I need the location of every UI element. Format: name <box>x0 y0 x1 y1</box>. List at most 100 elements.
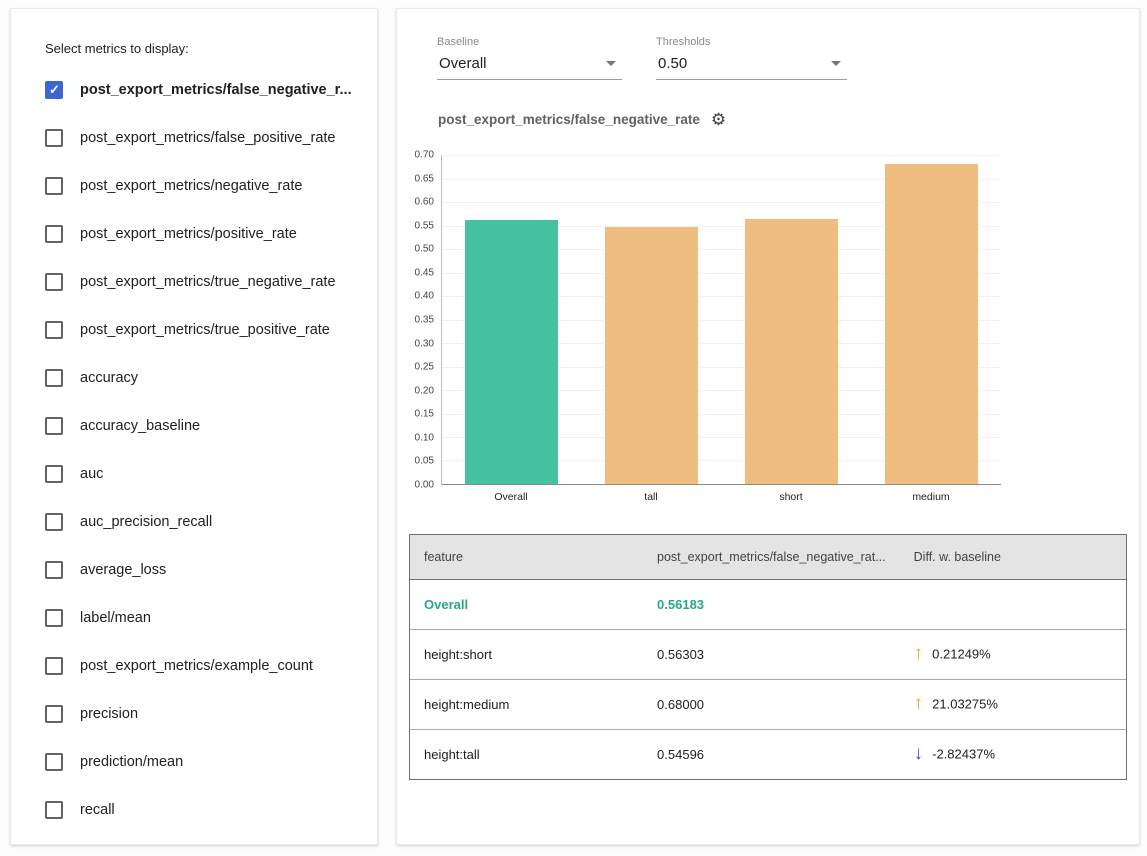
metric-label: post_export_metrics/example_count <box>80 658 313 674</box>
metric-checkbox[interactable] <box>45 609 63 627</box>
baseline-select[interactable]: Overall <box>437 55 622 80</box>
metric-item-6[interactable]: accuracy <box>45 354 377 402</box>
bar-short[interactable] <box>745 219 838 484</box>
metric-item-3[interactable]: post_export_metrics/positive_rate <box>45 210 377 258</box>
thresholds-value: 0.50 <box>658 55 687 72</box>
y-tick-label: 0.25 <box>415 362 434 373</box>
value-cell: 0.56303 <box>643 629 900 679</box>
chart-title: post_export_metrics/false_negative_rate <box>438 112 700 127</box>
y-tick-label: 0.45 <box>415 267 434 278</box>
metric-checkbox[interactable] <box>45 273 63 291</box>
diff-value: 21.03275% <box>932 697 998 712</box>
metric-item-13[interactable]: precision <box>45 690 377 738</box>
thresholds-label: Thresholds <box>656 36 847 48</box>
bar-tall[interactable] <box>605 227 698 484</box>
y-tick-label: 0.05 <box>415 456 434 467</box>
metric-checkbox[interactable] <box>45 369 63 387</box>
metric-label: recall <box>80 802 115 818</box>
metric-item-1[interactable]: post_export_metrics/false_positive_rate <box>45 114 377 162</box>
y-tick-label: 0.30 <box>415 338 434 349</box>
metric-checkbox[interactable] <box>45 81 63 99</box>
metric-checkbox[interactable] <box>45 561 63 579</box>
diff-value: 0.21249% <box>932 647 991 662</box>
metric-label: average_loss <box>80 562 166 578</box>
y-tick-label: 0.50 <box>415 244 434 255</box>
value-cell: 0.56183 <box>643 579 900 629</box>
y-tick-label: 0.55 <box>415 220 434 231</box>
x-tick-label: short <box>745 485 838 503</box>
diff-cell: ↑ 21.03275% <box>900 679 1126 729</box>
controls-bar: Baseline Overall Thresholds 0.50 <box>437 36 1139 80</box>
metric-checkbox[interactable] <box>45 177 63 195</box>
metric-label: prediction/mean <box>80 754 183 770</box>
metric-item-5[interactable]: post_export_metrics/true_positive_rate <box>45 306 377 354</box>
table-row-height:short[interactable]: height:short0.56303↑0.21249% <box>410 629 1126 679</box>
diff-cell <box>900 579 1126 629</box>
y-tick-label: 0.15 <box>415 409 434 420</box>
metric-label: post_export_metrics/false_negative_r... <box>80 82 352 98</box>
thresholds-select[interactable]: 0.50 <box>656 55 847 80</box>
chart-header: post_export_metrics/false_negative_rate … <box>438 111 1139 128</box>
diff-cell: ↑0.21249% <box>900 629 1126 679</box>
feature-cell: Overall <box>410 579 643 629</box>
table-header-cell: feature <box>410 535 643 579</box>
metric-item-0[interactable]: post_export_metrics/false_negative_r... <box>45 66 377 114</box>
metric-item-7[interactable]: accuracy_baseline <box>45 402 377 450</box>
metric-item-4[interactable]: post_export_metrics/true_negative_rate <box>45 258 377 306</box>
table-header-cell: post_export_metrics/false_negative_rat..… <box>643 535 900 579</box>
baseline-label: Baseline <box>437 36 622 48</box>
metric-label: post_export_metrics/negative_rate <box>80 178 302 194</box>
results-panel: Baseline Overall Thresholds 0.50 post_ex… <box>396 8 1140 845</box>
arrow-up-icon: ↑ <box>914 693 924 714</box>
y-tick-label: 0.70 <box>415 150 434 161</box>
metric-item-8[interactable]: auc <box>45 450 377 498</box>
metric-label: auc_precision_recall <box>80 514 212 530</box>
chart-x-axis: Overalltallshortmedium <box>441 485 1001 503</box>
feature-cell: height:tall <box>410 729 643 779</box>
metric-item-14[interactable]: prediction/mean <box>45 738 377 786</box>
settings-gear-icon[interactable]: ⚙ <box>711 111 726 128</box>
feature-cell: height:medium <box>410 679 643 729</box>
y-tick-label: 0.65 <box>415 173 434 184</box>
chevron-down-icon <box>831 61 841 66</box>
metric-item-9[interactable]: auc_precision_recall <box>45 498 377 546</box>
metric-checkbox[interactable] <box>45 801 63 819</box>
metric-item-12[interactable]: post_export_metrics/example_count <box>45 642 377 690</box>
metric-checkbox[interactable] <box>45 513 63 531</box>
diff-value: -2.82437% <box>932 747 995 762</box>
metric-checkbox[interactable] <box>45 129 63 147</box>
metric-checkbox[interactable] <box>45 417 63 435</box>
value-cell: 0.54596 <box>643 729 900 779</box>
metric-label: accuracy <box>80 370 138 386</box>
bar-Overall[interactable] <box>465 220 558 484</box>
table-header-cell: Diff. w. baseline <box>900 535 1126 579</box>
chart-plot-area <box>441 155 1001 485</box>
metric-checkbox[interactable] <box>45 753 63 771</box>
table-row-Overall[interactable]: Overall0.56183 <box>410 579 1126 629</box>
x-tick-label: medium <box>885 485 978 503</box>
chart-bars <box>442 155 1001 484</box>
thresholds-control: Thresholds 0.50 <box>656 36 847 80</box>
table-row-height:medium[interactable]: height:medium0.68000 ↑ 21.03275% <box>410 679 1126 729</box>
metric-item-15[interactable]: recall <box>45 786 377 834</box>
y-tick-label: 0.00 <box>415 480 434 491</box>
metric-checkbox[interactable] <box>45 657 63 675</box>
table-row-height:tall[interactable]: height:tall0.54596↓-2.82437% <box>410 729 1126 779</box>
metric-item-10[interactable]: average_loss <box>45 546 377 594</box>
metric-item-11[interactable]: label/mean <box>45 594 377 642</box>
metric-checkbox[interactable] <box>45 705 63 723</box>
y-tick-label: 0.20 <box>415 385 434 396</box>
metric-checkbox[interactable] <box>45 321 63 339</box>
y-tick-label: 0.40 <box>415 291 434 302</box>
metric-label: post_export_metrics/true_positive_rate <box>80 322 330 338</box>
metric-item-2[interactable]: post_export_metrics/negative_rate <box>45 162 377 210</box>
value-cell: 0.68000 <box>643 679 900 729</box>
bar-medium[interactable] <box>885 164 978 484</box>
metric-checkbox[interactable] <box>45 225 63 243</box>
y-tick-label: 0.35 <box>415 315 434 326</box>
metric-checkbox[interactable] <box>45 465 63 483</box>
metrics-table: featurepost_export_metrics/false_negativ… <box>409 534 1127 780</box>
y-tick-label: 0.60 <box>415 197 434 208</box>
y-tick-label: 0.10 <box>415 432 434 443</box>
metric-label: post_export_metrics/positive_rate <box>80 226 297 242</box>
